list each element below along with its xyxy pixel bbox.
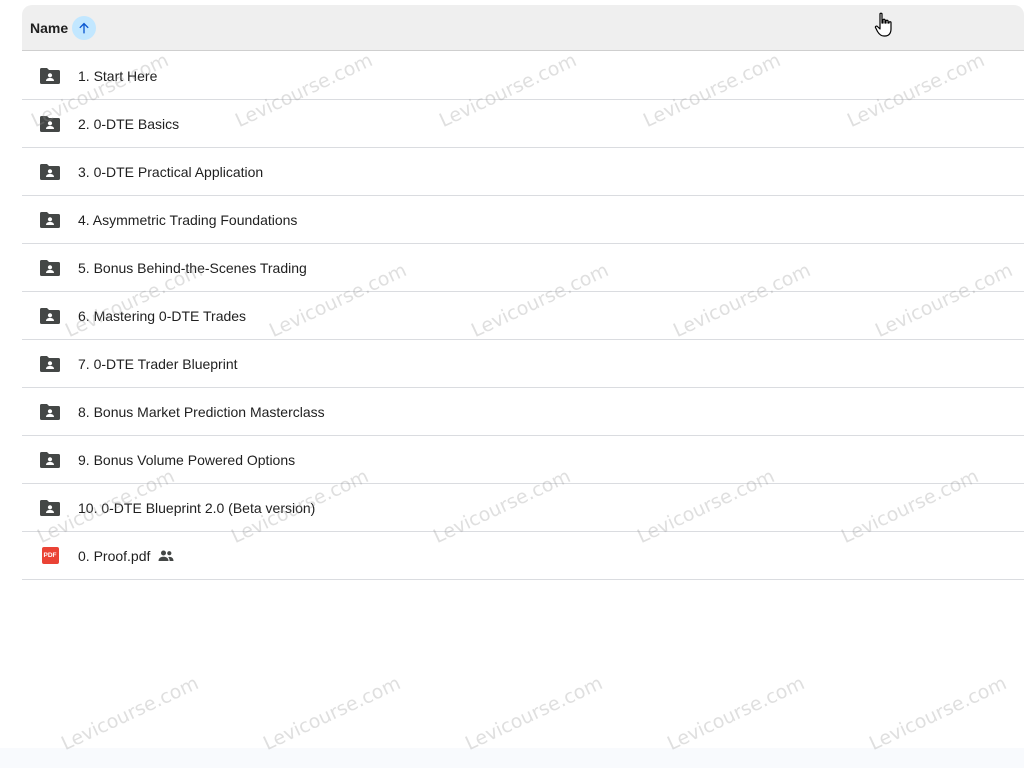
people-icon <box>158 550 174 562</box>
file-name: 8. Bonus Market Prediction Masterclass <box>78 403 325 420</box>
file-list: 1. Start Here 2. 0-DTE Basics 3. 0-DTE Pra… <box>22 52 1024 580</box>
arrow-up-icon <box>79 22 89 33</box>
folder-row[interactable]: 4. Asymmetric Trading Foundations <box>22 196 1024 244</box>
file-name: 6. Mastering 0-DTE Trades <box>78 307 247 324</box>
file-name: 0. Proof.pdf <box>78 547 151 564</box>
shared-folder-icon <box>39 161 61 183</box>
file-name: 9. Bonus Volume Powered Options <box>78 451 296 468</box>
folder-row[interactable]: 6. Mastering 0-DTE Trades <box>22 292 1024 340</box>
folder-row[interactable]: 5. Bonus Behind-the-Scenes Trading <box>22 244 1024 292</box>
folder-row[interactable]: 10. 0-DTE Blueprint 2.0 (Beta version) <box>22 484 1024 532</box>
file-name: 10. 0-DTE Blueprint 2.0 (Beta version) <box>78 499 316 516</box>
folder-row[interactable]: 3. 0-DTE Practical Application <box>22 148 1024 196</box>
hand-pointer-icon <box>874 12 894 38</box>
shared-folder-icon <box>39 497 61 519</box>
folder-row[interactable]: 8. Bonus Market Prediction Masterclass <box>22 388 1024 436</box>
folder-row[interactable]: 2. 0-DTE Basics <box>22 100 1024 148</box>
shared-folder-icon <box>39 401 61 423</box>
file-name: 5. Bonus Behind-the-Scenes Trading <box>78 259 307 276</box>
file-name: 2. 0-DTE Basics <box>78 115 180 132</box>
pdf-badge: PDF <box>41 547 59 564</box>
shared-folder-icon <box>39 65 61 87</box>
shared-folder-icon <box>39 209 61 231</box>
shared-folder-icon <box>39 353 61 375</box>
file-name: 1. Start Here <box>78 67 158 84</box>
file-name: 3. 0-DTE Practical Application <box>78 163 264 180</box>
sort-ascending-button[interactable] <box>72 15 97 40</box>
folder-row[interactable]: 7. 0-DTE Trader Blueprint <box>22 340 1024 388</box>
file-row[interactable]: PDF 0. Proof.pdf <box>22 532 1024 580</box>
folder-row[interactable]: 1. Start Here <box>22 52 1024 100</box>
file-name: 4. Asymmetric Trading Foundations <box>78 211 298 228</box>
shared-folder-icon <box>39 113 61 135</box>
pdf-file-icon: PDF <box>39 545 61 567</box>
shared-folder-icon <box>39 449 61 471</box>
file-name: 7. 0-DTE Trader Blueprint <box>78 355 238 372</box>
shared-folder-icon <box>39 257 61 279</box>
name-column-header[interactable]: Name <box>30 20 68 36</box>
shared-folder-icon <box>39 305 61 327</box>
file-list-panel: Name 1. Start Here 2. 0-DTE Basics 3. 0-DT… <box>0 0 1024 748</box>
folder-row[interactable]: 9. Bonus Volume Powered Options <box>22 436 1024 484</box>
